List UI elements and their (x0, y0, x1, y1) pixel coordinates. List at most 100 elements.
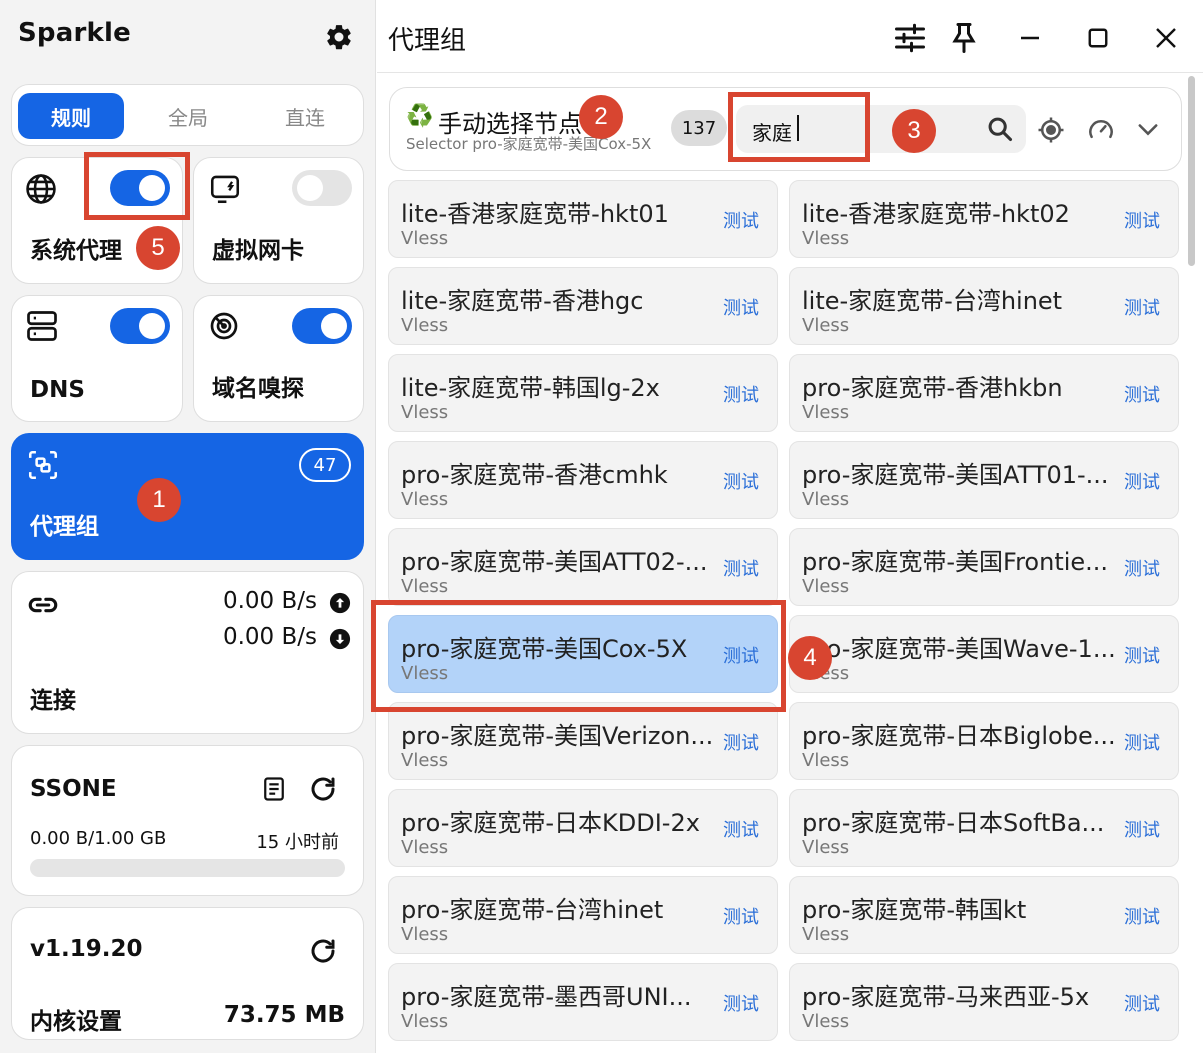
proxy-test-button[interactable]: 测试 (1124, 381, 1160, 407)
mode-direct-button[interactable]: 直连 (252, 93, 358, 139)
proxy-card[interactable]: pro-家庭宽带-美国Frontie... Vless 测试 (789, 528, 1179, 606)
restart-core-icon[interactable] (308, 936, 338, 966)
proxy-card[interactable]: pro-家庭宽带-日本KDDI-2x Vless 测试 (388, 789, 778, 867)
proxy-card[interactable]: pro-家庭宽带-马来西亚-5x Vless 测试 (789, 963, 1179, 1041)
annotation-box-4 (371, 600, 786, 712)
proxy-test-button[interactable]: 测试 (1124, 555, 1160, 581)
locate-icon[interactable] (1036, 115, 1066, 145)
proxy-type: Vless (401, 837, 449, 858)
tun-tile[interactable]: 虚拟网卡 (193, 157, 364, 284)
mode-rule-button[interactable]: 规则 (18, 93, 124, 139)
proxy-card[interactable]: pro-家庭宽带-日本Biglobe... Vless 测试 (789, 702, 1179, 780)
proxy-group-label: 代理组 (30, 514, 99, 540)
proxy-test-button[interactable]: 测试 (723, 381, 759, 407)
speedometer-icon[interactable] (1086, 115, 1116, 145)
annotation-marker-1: 1 (137, 478, 181, 522)
proxy-test-button[interactable]: 测试 (723, 816, 759, 842)
proxy-test-button[interactable]: 测试 (1124, 468, 1160, 494)
proxy-card[interactable]: pro-家庭宽带-美国Verizon... Vless 测试 (388, 702, 778, 780)
proxy-name: pro-家庭宽带-美国Wave-1... (802, 635, 1116, 663)
proxy-test-button[interactable]: 测试 (723, 729, 759, 755)
proxy-card[interactable]: pro-家庭宽带-美国Wave-1...Vless测试 (789, 615, 1179, 693)
proxy-test-button[interactable]: 测试 (1124, 816, 1160, 842)
proxy-card[interactable]: lite-家庭宽带-台湾hinet Vless 测试 (789, 267, 1179, 345)
page-title: 代理组 (388, 26, 467, 56)
mode-global-button[interactable]: 全局 (135, 93, 241, 139)
sniff-tile[interactable]: 域名嗅探 (193, 295, 364, 422)
proxy-test-button[interactable]: 测试 (1124, 990, 1160, 1016)
sliders-icon[interactable] (892, 20, 928, 56)
app-title: Sparkle (18, 18, 131, 48)
link-icon (28, 597, 58, 613)
proxy-test-button[interactable]: 测试 (723, 207, 759, 233)
proxy-type: Vless (802, 750, 850, 771)
search-icon[interactable] (986, 115, 1014, 143)
proxy-card[interactable]: lite-家庭宽带-香港hgc Vless 测试 (388, 267, 778, 345)
proxy-card[interactable]: pro-家庭宽带-香港hkbn Vless 测试 (789, 354, 1179, 432)
proxy-card[interactable]: lite-家庭宽带-韩国lg-2x Vless 测试 (388, 354, 778, 432)
download-speed: 0.00 B/s (222, 624, 317, 650)
proxy-card[interactable]: pro-家庭宽带-香港cmhk Vless 测试 (388, 441, 778, 519)
proxy-type: Vless (401, 489, 449, 510)
proxy-test-button[interactable]: 测试 (723, 990, 759, 1016)
sidebar: Sparkle 规则 全局 直连 系统代理 虚拟网卡 DNS 域名嗅探 47 代… (0, 0, 376, 1053)
proxy-card[interactable]: pro-家庭宽带-韩国kt Vless 测试 (789, 876, 1179, 954)
proxy-card[interactable]: pro-家庭宽带-墨西哥UNI... Vless 测试 (388, 963, 778, 1041)
dns-label: DNS (30, 377, 85, 403)
close-icon[interactable] (1148, 20, 1184, 56)
proxy-name: lite-香港家庭宽带-hkt02 (802, 200, 1070, 228)
proxy-card[interactable]: lite-香港家庭宽带-hkt01 Vless 测试 (388, 180, 778, 258)
dns-toggle[interactable] (110, 308, 170, 344)
proxy-type: Vless (401, 1011, 449, 1032)
proxy-card[interactable]: lite-香港家庭宽带-hkt02 Vless 测试 (789, 180, 1179, 258)
core-card[interactable]: v1.19.20 内核设置 73.75 MB (11, 907, 364, 1040)
connections-label: 连接 (30, 688, 76, 714)
proxy-test-button[interactable]: 测试 (723, 468, 759, 494)
document-icon[interactable] (260, 774, 288, 804)
subscription-name: SSONE (30, 776, 117, 802)
proxy-card[interactable]: pro-家庭宽带-日本SoftBa... Vless 测试 (789, 789, 1179, 867)
subscription-card[interactable]: SSONE 0.00 B/1.00 GB 15 小时前 (11, 745, 364, 896)
subscription-usage: 0.00 B/1.00 GB (30, 828, 167, 849)
maximize-icon[interactable] (1080, 20, 1116, 56)
globe-icon (26, 174, 56, 204)
proxy-card[interactable]: pro-家庭宽带-美国ATT01-... Vless 测试 (789, 441, 1179, 519)
core-memory: 73.75 MB (223, 1002, 345, 1028)
proxy-name: pro-家庭宽带-韩国kt (802, 896, 1027, 924)
proxy-name: pro-家庭宽带-马来西亚-5x (802, 983, 1090, 1011)
proxy-test-button[interactable]: 测试 (723, 555, 759, 581)
pin-icon[interactable] (946, 20, 982, 56)
proxy-test-button[interactable]: 测试 (723, 903, 759, 929)
proxy-name: pro-家庭宽带-墨西哥UNI... (401, 983, 692, 1011)
proxy-test-button[interactable]: 测试 (1124, 903, 1160, 929)
proxy-name: pro-家庭宽带-美国ATT02-... (401, 548, 708, 576)
proxy-test-button[interactable]: 测试 (1124, 294, 1160, 320)
proxy-name: pro-家庭宽带-美国Verizon... (401, 722, 714, 750)
proxy-type: Vless (802, 315, 850, 336)
proxy-test-button[interactable]: 测试 (1124, 729, 1160, 755)
mode-selector: 规则 全局 直连 (11, 84, 364, 146)
tun-toggle[interactable] (292, 170, 352, 206)
sniff-toggle[interactable] (292, 308, 352, 344)
proxy-name: pro-家庭宽带-日本KDDI-2x (401, 809, 700, 837)
proxy-test-button[interactable]: 测试 (723, 294, 759, 320)
proxy-type: Vless (802, 489, 850, 510)
scrollbar-thumb[interactable] (1188, 76, 1195, 266)
annotation-box-3 (728, 92, 870, 162)
chevron-down-icon[interactable] (1134, 115, 1162, 143)
proxy-type: Vless (401, 576, 449, 597)
connections-tile[interactable]: 0.00 B/s 0.00 B/s 连接 (11, 571, 364, 734)
minimize-icon[interactable] (1012, 20, 1048, 56)
refresh-icon[interactable] (308, 774, 338, 804)
proxy-test-button[interactable]: 测试 (1124, 207, 1160, 233)
proxy-group-count-badge: 47 (299, 448, 351, 482)
proxy-card[interactable]: pro-家庭宽带-美国ATT02-... Vless 测试 (388, 528, 778, 606)
proxy-test-button[interactable]: 测试 (1124, 642, 1160, 668)
proxy-group-icon (28, 450, 58, 480)
gear-icon[interactable] (324, 22, 354, 52)
dns-tile[interactable]: DNS (11, 295, 183, 422)
proxy-group-tile[interactable]: 47 代理组 (11, 433, 364, 560)
proxy-card[interactable]: pro-家庭宽带-台湾hinet Vless 测试 (388, 876, 778, 954)
subscription-updated: 15 小时前 (256, 832, 339, 853)
annotation-marker-4: 4 (788, 636, 832, 680)
